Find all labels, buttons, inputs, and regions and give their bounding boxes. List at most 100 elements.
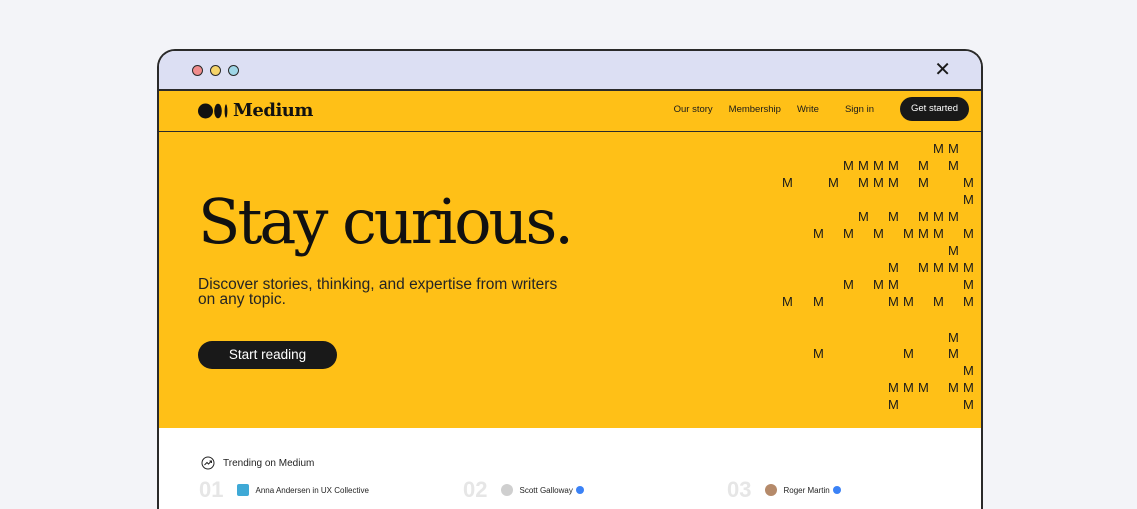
pattern-m-letter: M	[948, 158, 959, 173]
m-letter-pattern: MMMMMMMMMMMMMMMMMMMMMMMMMMMMMMMMMMMMMMMM…	[159, 91, 981, 428]
pattern-m-letter: M	[963, 363, 974, 378]
pattern-m-letter: M	[903, 346, 914, 361]
pattern-m-letter: M	[888, 397, 899, 412]
author-avatar	[501, 484, 514, 496]
author-name[interactable]: Anna Andersen	[255, 486, 310, 495]
pattern-m-letter: M	[948, 243, 959, 258]
pattern-m-letter: M	[933, 141, 944, 156]
trending-title: Trending on Medium	[223, 457, 315, 469]
pattern-m-letter: M	[813, 226, 824, 241]
pattern-m-letter: M	[888, 158, 899, 173]
pattern-m-letter: M	[873, 158, 884, 173]
pattern-m-letter: M	[782, 175, 793, 190]
trending-item[interactable]: 02 Scott Galloway	[463, 477, 584, 502]
pattern-m-letter: M	[813, 346, 824, 361]
pattern-m-letter: M	[888, 260, 899, 275]
medium-logo[interactable]: Medium	[198, 100, 313, 121]
pattern-m-letter: M	[933, 226, 944, 241]
pattern-m-letter: M	[963, 260, 974, 275]
top-navigation: Medium Our story Membership Write Sign i…	[159, 91, 981, 132]
pattern-m-letter: M	[918, 175, 929, 190]
nav-membership[interactable]: Membership	[729, 104, 781, 115]
pattern-m-letter: M	[963, 294, 974, 309]
trending-number: 03	[727, 477, 752, 502]
verified-badge-icon	[832, 486, 841, 495]
pattern-m-letter: M	[918, 209, 929, 224]
browser-titlebar: ✕	[159, 51, 981, 91]
pattern-m-letter: M	[873, 226, 884, 241]
pattern-m-letter: M	[843, 158, 854, 173]
trending-item[interactable]: 03 Roger Martin	[727, 477, 841, 502]
pattern-m-letter: M	[918, 226, 929, 241]
publication-avatar	[237, 484, 250, 496]
trending-number: 01	[199, 477, 224, 502]
pattern-m-letter: M	[933, 209, 944, 224]
pattern-m-letter: M	[903, 294, 914, 309]
trending-header: Trending on Medium	[201, 456, 314, 470]
pattern-m-letter: M	[933, 294, 944, 309]
pattern-m-letter: M	[813, 294, 824, 309]
pattern-m-letter: M	[858, 209, 869, 224]
pattern-m-letter: M	[963, 380, 974, 395]
pattern-m-letter: M	[873, 277, 884, 292]
pattern-m-letter: M	[948, 260, 959, 275]
verified-badge-icon	[575, 486, 584, 495]
hero-subline: Discover stories, thinking, and expertis…	[198, 276, 558, 308]
pattern-m-letter: M	[828, 175, 839, 190]
maximize-window-dot[interactable]	[228, 65, 239, 76]
trending-author: Scott Galloway	[519, 486, 584, 495]
pattern-m-letter: M	[888, 175, 899, 190]
publication-name[interactable]: UX Collective	[321, 486, 369, 495]
nav-our-story[interactable]: Our story	[674, 104, 713, 115]
pattern-m-letter: M	[858, 175, 869, 190]
pattern-m-letter: M	[948, 380, 959, 395]
trending-author: Anna Andersen in UX Collective	[255, 486, 368, 495]
pattern-m-letter: M	[963, 226, 974, 241]
pattern-m-letter: M	[918, 260, 929, 275]
pattern-m-letter: M	[858, 158, 869, 173]
trending-section: Trending on Medium 01 Anna Andersen in U…	[159, 428, 981, 509]
trending-item[interactable]: 01 Anna Andersen in UX Collective	[199, 477, 369, 502]
pattern-m-letter: M	[888, 380, 899, 395]
author-name[interactable]: Roger Martin	[783, 486, 829, 495]
pattern-m-letter: M	[843, 226, 854, 241]
trending-number: 02	[463, 477, 488, 502]
pattern-m-letter: M	[963, 397, 974, 412]
sign-in-link[interactable]: Sign in	[845, 104, 874, 115]
browser-window: ✕ Medium Our story Membership Write Sign…	[157, 49, 983, 509]
pattern-m-letter: M	[933, 260, 944, 275]
author-name[interactable]: Scott Galloway	[519, 486, 572, 495]
pattern-m-letter: M	[948, 346, 959, 361]
pattern-m-letter: M	[963, 277, 974, 292]
trending-icon	[201, 456, 215, 470]
close-icon[interactable]: ✕	[934, 60, 951, 80]
get-started-button[interactable]: Get started	[900, 97, 969, 121]
pattern-m-letter: M	[948, 141, 959, 156]
pattern-m-letter: M	[903, 226, 914, 241]
hero-headline: Stay curious.	[198, 185, 574, 258]
pattern-m-letter: M	[918, 380, 929, 395]
hero-section: Medium Our story Membership Write Sign i…	[159, 91, 981, 428]
pattern-m-letter: M	[963, 192, 974, 207]
author-in-connector: in	[310, 485, 321, 495]
pattern-m-letter: M	[843, 277, 854, 292]
trending-author: Roger Martin	[783, 486, 841, 495]
pattern-m-letter: M	[918, 158, 929, 173]
start-reading-button[interactable]: Start reading	[198, 341, 337, 369]
nav-links: Our story Membership Write Sign in Get s…	[658, 97, 969, 121]
pattern-m-letter: M	[873, 175, 884, 190]
close-window-dot[interactable]	[192, 65, 203, 76]
medium-logo-icon	[198, 103, 228, 118]
pattern-m-letter: M	[782, 294, 793, 309]
pattern-m-letter: M	[963, 175, 974, 190]
pattern-m-letter: M	[903, 380, 914, 395]
pattern-m-letter: M	[888, 294, 899, 309]
medium-page: Medium Our story Membership Write Sign i…	[159, 91, 981, 509]
logo-wordmark: Medium	[233, 100, 313, 121]
author-avatar	[765, 484, 778, 496]
nav-write[interactable]: Write	[797, 104, 819, 115]
pattern-m-letter: M	[948, 209, 959, 224]
pattern-m-letter: M	[948, 330, 959, 345]
pattern-m-letter: M	[888, 277, 899, 292]
minimize-window-dot[interactable]	[210, 65, 221, 76]
